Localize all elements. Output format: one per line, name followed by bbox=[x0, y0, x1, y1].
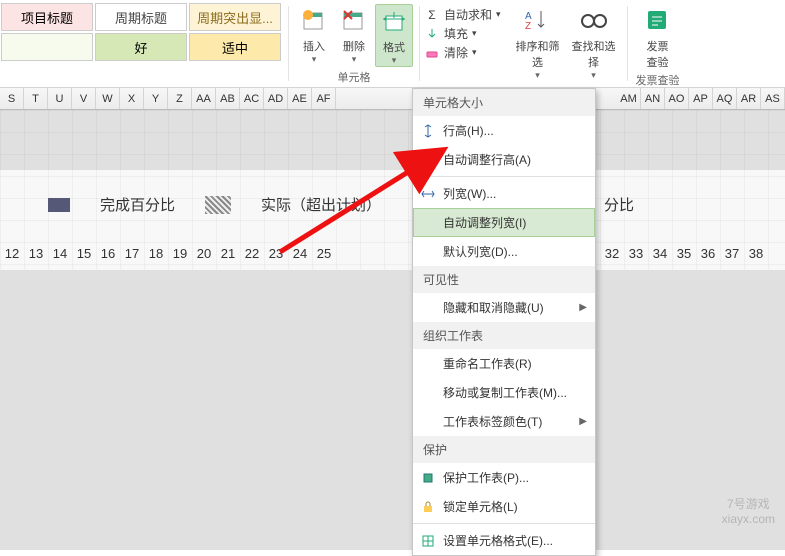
menu-header: 保护 bbox=[413, 436, 595, 463]
style-item[interactable]: 好 bbox=[95, 33, 187, 61]
column-header[interactable]: AC bbox=[240, 88, 264, 109]
watermark: 7号游戏 xiayx.com bbox=[722, 495, 775, 526]
menu-header: 组织工作表 bbox=[413, 322, 595, 349]
cells-group: 插入▾ 删除▾ 格式▾ 单元格 bbox=[289, 0, 419, 87]
fill-icon bbox=[424, 26, 440, 42]
insert-icon bbox=[298, 4, 330, 36]
style-item[interactable] bbox=[1, 33, 93, 61]
menu-hide-unhide[interactable]: 隐藏和取消隐藏(U)▶ bbox=[413, 293, 595, 322]
column-header[interactable]: AF bbox=[312, 88, 336, 109]
group-label: 单元格 bbox=[338, 67, 371, 87]
column-header[interactable]: Y bbox=[144, 88, 168, 109]
invoice-icon bbox=[642, 4, 674, 36]
format-button[interactable]: 格式▾ bbox=[375, 4, 413, 67]
column-header[interactable]: AA bbox=[192, 88, 216, 109]
menu-move-copy-sheet[interactable]: 移动或复制工作表(M)... bbox=[413, 378, 595, 407]
column-header[interactable]: Z bbox=[168, 88, 192, 109]
menu-format-cells[interactable]: 设置单元格格式(E)... bbox=[413, 526, 595, 555]
legend: 完成百分比 实际（超出计划） bbox=[48, 194, 381, 215]
number-row: 32333435363738 bbox=[600, 246, 768, 261]
menu-tab-color[interactable]: 工作表标签颜色(T)▶ bbox=[413, 407, 595, 436]
column-header[interactable]: U bbox=[48, 88, 72, 109]
menu-protect-sheet[interactable]: 保护工作表(P)... bbox=[413, 463, 595, 492]
sort-filter-button[interactable]: AZ 排序和筛选▾ bbox=[511, 4, 565, 81]
ribbon: 项目标题 周期标题 周期突出显... 好 适中 插入▾ 删除▾ 格式▾ bbox=[0, 0, 785, 88]
menu-row-height[interactable]: 行高(H)... bbox=[413, 116, 595, 145]
insert-button[interactable]: 插入▾ bbox=[295, 4, 333, 67]
delete-icon bbox=[338, 4, 370, 36]
invoice-group: 发票 查验 发票查验 bbox=[628, 0, 688, 87]
binoculars-icon bbox=[578, 4, 610, 36]
eraser-icon bbox=[424, 45, 440, 61]
protect-icon bbox=[419, 470, 437, 486]
column-header[interactable]: AR bbox=[737, 88, 761, 109]
fill-button[interactable]: 填充▾ bbox=[424, 25, 501, 42]
menu-lock-cells[interactable]: 锁定单元格(L) bbox=[413, 492, 595, 521]
style-item[interactable]: 周期突出显... bbox=[189, 3, 281, 31]
column-header[interactable]: AD bbox=[264, 88, 288, 109]
legend-label: 实际（超出计划） bbox=[261, 194, 381, 215]
style-item[interactable]: 项目标题 bbox=[1, 3, 93, 31]
invoice-button[interactable]: 发票 查验 bbox=[634, 4, 682, 70]
clear-button[interactable]: 清除▾ bbox=[424, 44, 501, 61]
column-header[interactable]: W bbox=[96, 88, 120, 109]
column-header[interactable]: S bbox=[0, 88, 24, 109]
column-header[interactable]: AO bbox=[665, 88, 689, 109]
column-header[interactable]: AB bbox=[216, 88, 240, 109]
style-item[interactable]: 周期标题 bbox=[95, 3, 187, 31]
column-header[interactable]: AM bbox=[617, 88, 641, 109]
row-height-icon bbox=[419, 123, 437, 139]
legend-swatch bbox=[205, 196, 231, 214]
autosum-button[interactable]: Σ自动求和▾ bbox=[424, 6, 501, 23]
column-header[interactable]: V bbox=[72, 88, 96, 109]
column-header[interactable]: AQ bbox=[713, 88, 737, 109]
menu-header: 可见性 bbox=[413, 266, 595, 293]
format-icon bbox=[378, 5, 410, 37]
column-header[interactable]: AN bbox=[641, 88, 665, 109]
format-cells-icon bbox=[419, 533, 437, 549]
style-item[interactable]: 适中 bbox=[189, 33, 281, 61]
legend-label: 分比 bbox=[604, 194, 634, 215]
menu-autofit-row[interactable]: 自动调整行高(A) bbox=[413, 145, 595, 174]
sort-group: AZ 排序和筛选▾ 查找和选择▾ bbox=[505, 0, 627, 87]
group-label: 发票查验 bbox=[636, 70, 680, 90]
worksheet[interactable]: 完成百分比 实际（超出计划） 分比 1213141516171819202122… bbox=[0, 110, 785, 536]
menu-header: 单元格大小 bbox=[413, 89, 595, 116]
lock-icon bbox=[419, 499, 437, 515]
menu-default-width[interactable]: 默认列宽(D)... bbox=[413, 237, 595, 266]
column-header[interactable]: T bbox=[24, 88, 48, 109]
format-menu: 单元格大小 行高(H)... 自动调整行高(A) 列宽(W)... 自动调整列宽… bbox=[412, 88, 596, 556]
styles-gallery[interactable]: 项目标题 周期标题 周期突出显... 好 适中 bbox=[0, 0, 288, 87]
column-header[interactable]: X bbox=[120, 88, 144, 109]
number-row: 1213141516171819202122232425 bbox=[0, 246, 336, 261]
sigma-icon: Σ bbox=[424, 7, 440, 23]
sort-icon: AZ bbox=[522, 4, 554, 36]
find-select-button[interactable]: 查找和选择▾ bbox=[567, 4, 621, 81]
menu-autofit-col[interactable]: 自动调整列宽(I) bbox=[413, 208, 595, 237]
editing-group-small: Σ自动求和▾ 填充▾ 清除▾ bbox=[420, 0, 505, 87]
svg-text:Z: Z bbox=[525, 21, 531, 32]
legend-label: 完成百分比 bbox=[100, 194, 175, 215]
legend-swatch bbox=[48, 198, 70, 212]
menu-rename-sheet[interactable]: 重命名工作表(R) bbox=[413, 349, 595, 378]
column-header[interactable]: AP bbox=[689, 88, 713, 109]
menu-col-width[interactable]: 列宽(W)... bbox=[413, 179, 595, 208]
column-header[interactable]: AE bbox=[288, 88, 312, 109]
delete-button[interactable]: 删除▾ bbox=[335, 4, 373, 67]
col-width-icon bbox=[419, 186, 437, 202]
column-headers: STUVWXYZAAABACADAEAF AMANAOAPAQARAS bbox=[0, 88, 785, 110]
column-header[interactable]: AS bbox=[761, 88, 785, 109]
